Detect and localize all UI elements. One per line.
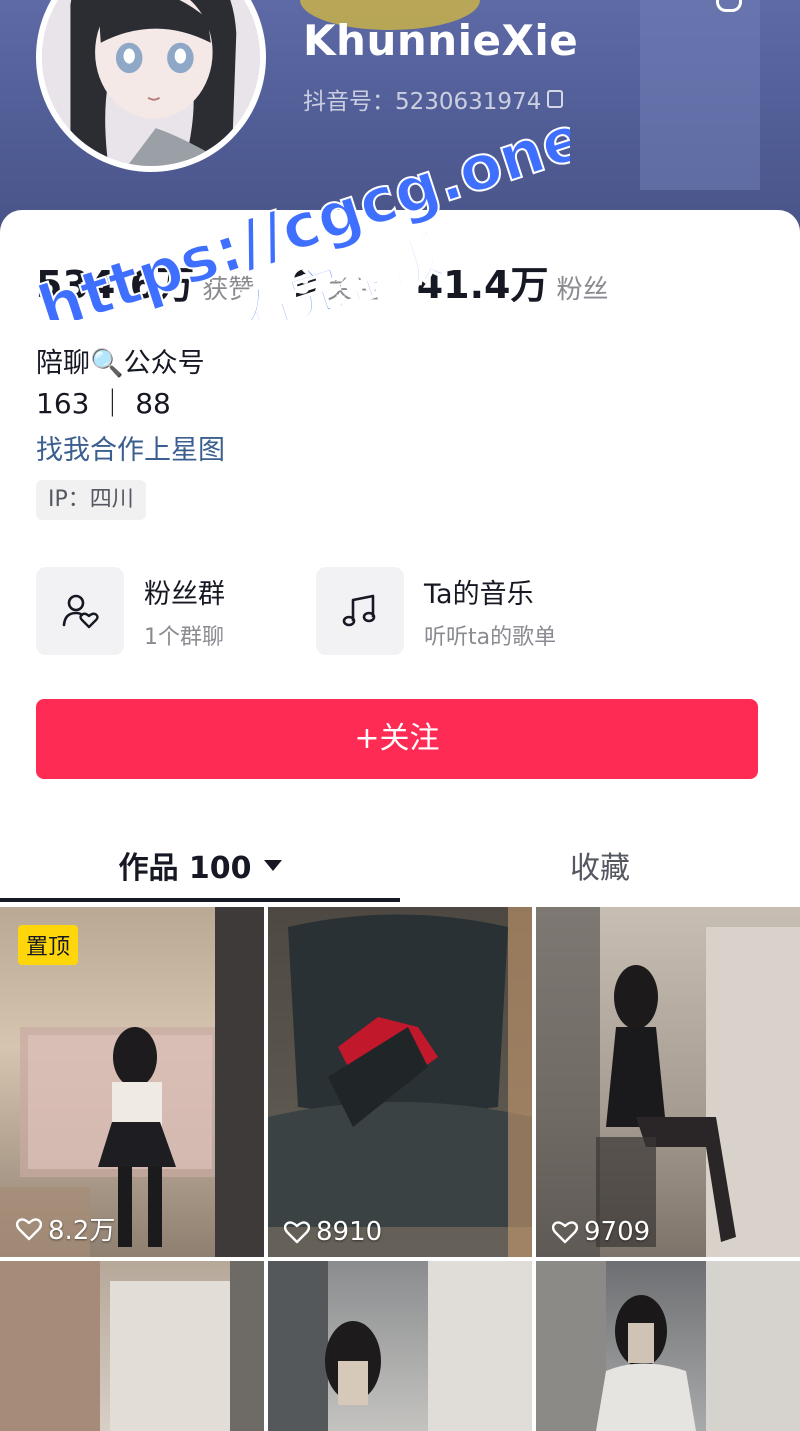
stat-following-label: 关注 [326, 275, 379, 305]
stats-row: 534.6万 获赞 9 关注 41.4万 粉丝 [36, 254, 646, 309]
video-likes-count: 8.2万 [48, 1216, 116, 1246]
caret-down-icon[interactable] [263, 859, 282, 871]
tab-favorites-label: 收藏 [570, 851, 630, 886]
copy-icon[interactable] [547, 90, 564, 108]
video-likes-count: 8910 [316, 1217, 383, 1247]
stat-likes-value: 534.6万 [36, 263, 195, 307]
video-likes: 8.2万 [16, 1210, 115, 1247]
ip-location-tag: IP：四川 [36, 480, 146, 520]
stat-followers-label: 粉丝 [556, 275, 609, 305]
fan-group-text: 粉丝群 1个群聊 [144, 572, 225, 651]
tab-favorites[interactable]: 收藏 [400, 825, 800, 905]
fan-group-title: 粉丝群 [144, 578, 225, 610]
video-likes: 9709 [552, 1217, 650, 1247]
content-tabs: 作品 100 收藏 [0, 825, 800, 905]
music-title: Ta的音乐 [424, 578, 534, 610]
stat-likes-label: 获赞 [202, 275, 255, 305]
follow-button[interactable]: +关注 [36, 699, 758, 779]
heart-icon [284, 1221, 310, 1244]
tab-underline [0, 898, 400, 902]
cooperation-link[interactable]: 找我合作上星图 [36, 428, 225, 467]
video-thumbnail[interactable]: 置顶 8.2万 [0, 907, 264, 1257]
header-decor-window [640, 0, 760, 190]
video-thumbnail[interactable] [536, 1261, 800, 1431]
profile-card: 534.6万 获赞 9 关注 41.4万 粉丝 陪聊🔍公众号 163 ｜ 88 … [0, 210, 800, 1431]
video-thumbnail[interactable]: 9709 [536, 907, 800, 1257]
stat-following[interactable]: 9 关注 [292, 263, 378, 307]
tab-works[interactable]: 作品 100 [0, 825, 400, 905]
video-likes: 8910 [284, 1217, 382, 1247]
music-subtitle: 听听ta的歌单 [424, 624, 557, 650]
video-thumbnail[interactable] [268, 1261, 532, 1431]
stat-followers[interactable]: 41.4万 粉丝 [417, 254, 609, 309]
music-note-icon [316, 567, 404, 655]
bio-line-2: 163 ｜ 88 [36, 387, 171, 420]
stat-likes: 534.6万 获赞 [36, 254, 254, 309]
music-entry[interactable]: Ta的音乐 听听ta的歌单 [316, 567, 556, 655]
fan-group-subtitle: 1个群聊 [144, 624, 224, 650]
video-thumbnail[interactable]: 8910 [268, 907, 532, 1257]
heart-icon [16, 1217, 42, 1240]
tab-works-label: 作品 100 [118, 851, 252, 886]
douyin-id: 抖音号：5230631974 [303, 82, 564, 116]
fan-group-entry[interactable]: 粉丝群 1个群聊 [36, 567, 225, 655]
pinned-badge: 置顶 [18, 925, 79, 965]
stat-followers-value: 41.4万 [416, 263, 549, 307]
username: KhunnieXie [303, 16, 579, 65]
heart-icon [552, 1221, 578, 1244]
music-text: Ta的音乐 听听ta的歌单 [424, 572, 556, 651]
douyin-id-text: 抖音号：5230631974 [303, 89, 542, 115]
bio-line-1: 陪聊🔍公众号 [36, 348, 205, 379]
video-likes-count: 9709 [584, 1217, 651, 1247]
user-heart-icon [36, 567, 124, 655]
stat-following-value: 9 [292, 263, 319, 307]
video-thumbnail[interactable] [0, 1261, 264, 1431]
